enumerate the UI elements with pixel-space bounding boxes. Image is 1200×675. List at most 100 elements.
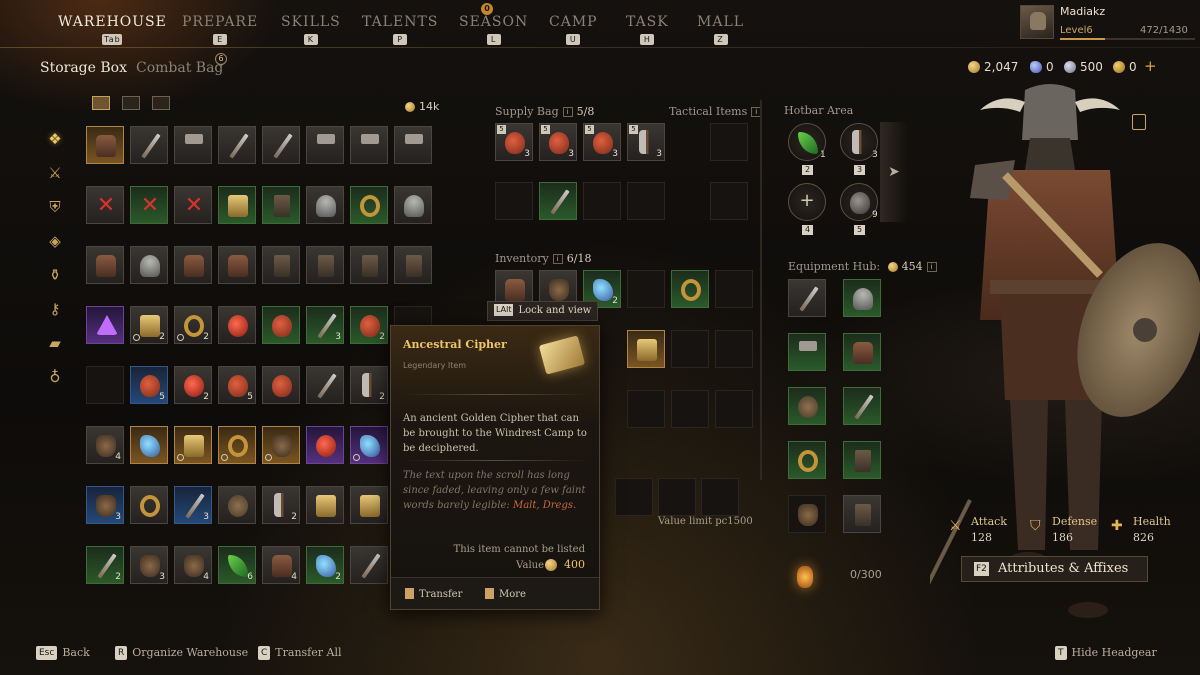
equipment-slot[interactable] [788, 333, 826, 371]
inventory-slot[interactable] [715, 330, 753, 368]
warehouse-slot[interactable]: 5 [130, 366, 168, 404]
warehouse-slot[interactable] [86, 126, 124, 164]
supply-slot[interactable]: 35 [583, 123, 621, 161]
warehouse-slot[interactable] [218, 306, 256, 344]
warehouse-slot[interactable] [262, 366, 300, 404]
sword-icon[interactable]: ⚔ [44, 162, 66, 184]
tab-skills[interactable]: SKILLS K [281, 14, 341, 45]
tab-warehouse[interactable]: WAREHOUSE Tab [58, 14, 167, 45]
warehouse-slot[interactable]: 2 [350, 306, 388, 344]
warehouse-slot[interactable]: 4 [262, 546, 300, 584]
warehouse-slot[interactable] [218, 126, 256, 164]
warehouse-slot[interactable] [130, 246, 168, 284]
info-icon[interactable]: i [562, 107, 573, 117]
supply-slot[interactable] [495, 182, 533, 220]
gem-icon[interactable]: ◈ [44, 230, 66, 252]
hotbar-expand-icon[interactable]: ➤ [880, 122, 908, 222]
equipment-slot[interactable] [843, 387, 881, 425]
warehouse-slot[interactable] [350, 246, 388, 284]
tab-storage-box[interactable]: Storage Box [40, 60, 127, 76]
supply-slot[interactable] [627, 182, 665, 220]
warehouse-slot[interactable] [218, 186, 256, 224]
warehouse-slot[interactable] [350, 126, 388, 164]
equipment-slot[interactable] [843, 495, 881, 533]
warehouse-slot[interactable] [262, 186, 300, 224]
warehouse-slot[interactable] [262, 306, 300, 344]
warehouse-slot[interactable] [174, 126, 212, 164]
equipment-slot[interactable] [788, 441, 826, 479]
info-icon[interactable]: i [552, 254, 563, 264]
warehouse-slot[interactable] [174, 426, 212, 464]
warehouse-slot[interactable] [174, 246, 212, 284]
warehouse-slot[interactable] [262, 426, 300, 464]
equipment-slot[interactable] [788, 387, 826, 425]
warehouse-slot[interactable] [86, 306, 124, 344]
ingot-icon[interactable]: ▰ [44, 332, 66, 354]
inventory-slot[interactable] [701, 478, 739, 516]
transfer-button[interactable]: Transfer [405, 588, 462, 600]
armor-icon[interactable]: ⛨ [44, 196, 66, 218]
equipment-slot[interactable] [843, 279, 881, 317]
equipment-slot[interactable] [788, 495, 826, 533]
add-box-filter-icon[interactable] [152, 96, 170, 110]
warehouse-slot[interactable] [86, 246, 124, 284]
hotbar-slot-empty[interactable]: + [788, 183, 826, 221]
warehouse-slot[interactable] [350, 186, 388, 224]
back-button[interactable]: Esc Back [36, 646, 90, 660]
warehouse-slot[interactable]: 4 [174, 546, 212, 584]
supply-slot[interactable] [539, 182, 577, 220]
add-currency-button[interactable]: + [1144, 57, 1157, 75]
inventory-slot[interactable] [671, 390, 709, 428]
warehouse-slot[interactable] [86, 366, 124, 404]
warehouse-slot[interactable] [306, 246, 344, 284]
warehouse-slot[interactable] [306, 186, 344, 224]
warehouse-slot[interactable]: ✕ [86, 186, 124, 224]
warehouse-slot[interactable] [306, 486, 344, 524]
key-icon[interactable]: ⚷ [44, 298, 66, 320]
inventory-slot-selected[interactable] [627, 330, 665, 368]
warehouse-slot[interactable]: 3 [86, 486, 124, 524]
warehouse-slot[interactable] [218, 426, 256, 464]
inventory-slot[interactable] [671, 330, 709, 368]
tactical-slot[interactable] [710, 182, 748, 220]
inventory-slot[interactable] [615, 478, 653, 516]
inventory-slot[interactable] [715, 270, 753, 308]
warehouse-slot[interactable] [350, 486, 388, 524]
warehouse-slot[interactable] [350, 426, 388, 464]
inventory-slot[interactable] [658, 478, 696, 516]
supply-slot[interactable]: 35 [539, 123, 577, 161]
equipment-slot[interactable] [788, 279, 826, 317]
warehouse-slot[interactable] [306, 366, 344, 404]
tab-prepare[interactable]: PREPARE E [182, 14, 258, 45]
transfer-all-button[interactable]: C Transfer All [258, 646, 342, 660]
tab-camp[interactable]: CAMP U [549, 14, 598, 45]
warehouse-slot[interactable]: ✕ [130, 186, 168, 224]
equipment-slot[interactable] [843, 441, 881, 479]
player-card[interactable]: Madiakz Level6 472/1430 [1020, 5, 1195, 40]
inventory-slot[interactable] [627, 390, 665, 428]
warehouse-slot[interactable]: 2 [262, 486, 300, 524]
warehouse-slot[interactable]: 4 [86, 426, 124, 464]
supply-slot[interactable]: 35 [495, 123, 533, 161]
warehouse-slot[interactable]: 2 [130, 306, 168, 344]
inventory-slot[interactable] [715, 390, 753, 428]
warehouse-slot[interactable]: 3 [130, 546, 168, 584]
warehouse-slot[interactable]: 3 [306, 306, 344, 344]
warehouse-slot[interactable]: 5 [218, 366, 256, 404]
warehouse-slot[interactable] [218, 246, 256, 284]
tab-talents[interactable]: TALENTS P [362, 14, 438, 45]
warehouse-slot[interactable]: 6 [218, 546, 256, 584]
organize-warehouse-button[interactable]: R Organize Warehouse [115, 646, 248, 660]
potion-icon[interactable]: ⚱ [44, 264, 66, 286]
warehouse-slot[interactable]: 2 [350, 366, 388, 404]
tab-mall[interactable]: MALL Z [697, 14, 744, 45]
lock-and-view-hint[interactable]: LAlt Lock and view [487, 301, 599, 321]
all-icon[interactable]: ❖ [44, 128, 66, 150]
inventory-slot[interactable] [627, 270, 665, 308]
warehouse-slot[interactable] [130, 426, 168, 464]
inventory-slot[interactable] [671, 270, 709, 308]
warehouse-slot[interactable]: 3 [174, 486, 212, 524]
supply-slot[interactable]: 35 [627, 123, 665, 161]
warehouse-slot[interactable] [350, 546, 388, 584]
warehouse-slot[interactable] [306, 426, 344, 464]
